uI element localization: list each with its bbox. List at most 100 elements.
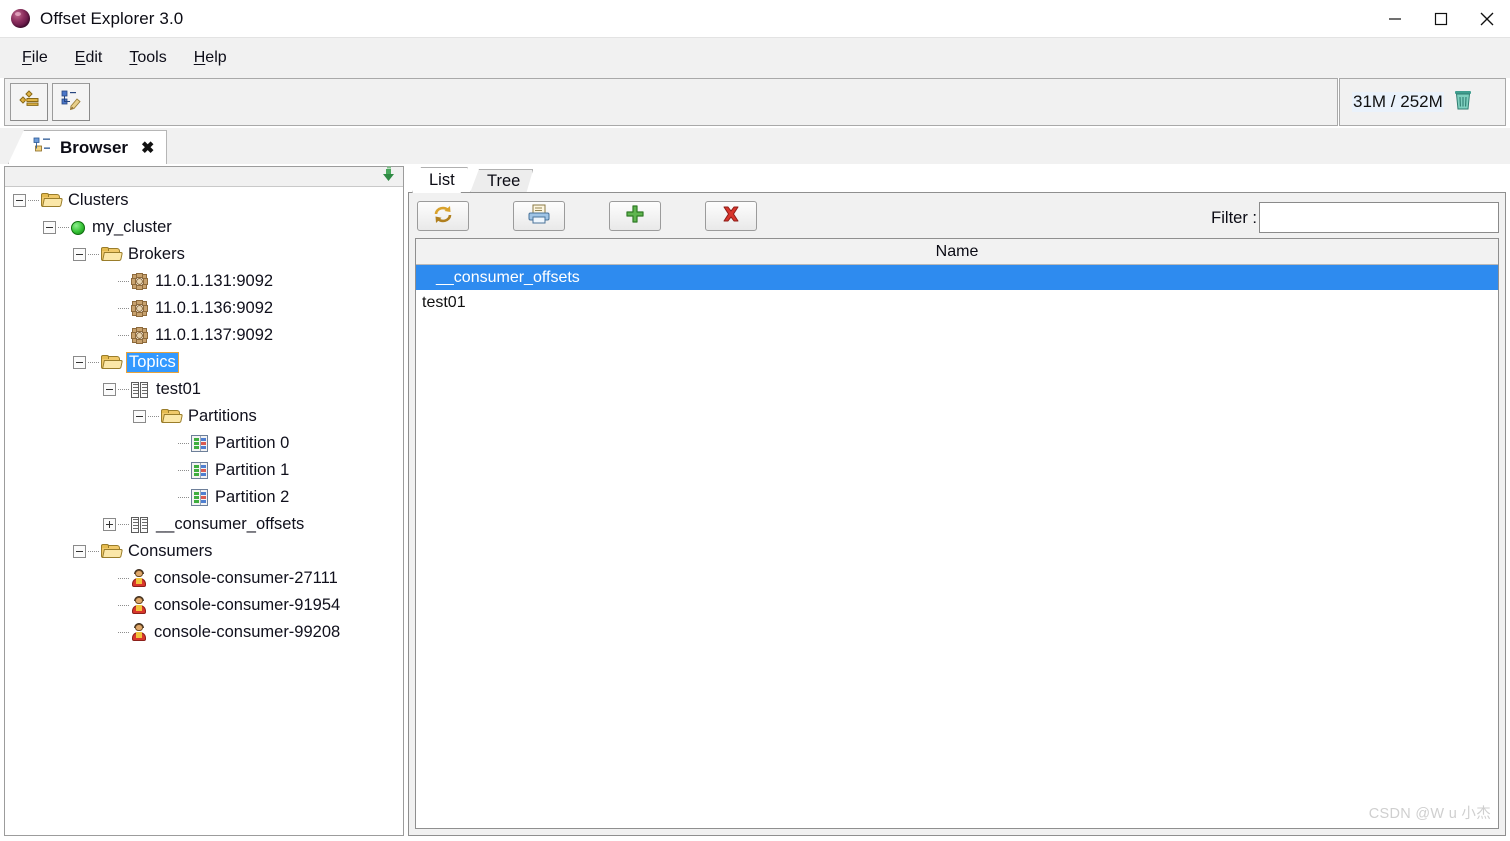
tree-node-my-cluster[interactable]: my_cluster bbox=[5, 214, 403, 241]
tree-expander-icon[interactable] bbox=[43, 221, 56, 234]
tree-node-label: console-consumer-27111 bbox=[154, 569, 338, 587]
tree-connector bbox=[118, 632, 129, 633]
tree-node-label: 11.0.1.136:9092 bbox=[155, 299, 274, 317]
tree-node-label: Partitions bbox=[188, 407, 257, 425]
tree-node-11-0-1-137-9092[interactable]: 11.0.1.137:9092 bbox=[5, 322, 403, 349]
main-toolbar bbox=[4, 78, 1338, 126]
column-header-name[interactable]: Name bbox=[416, 239, 1498, 265]
tree-node-test01[interactable]: test01 bbox=[5, 376, 403, 403]
cluster-tree[interactable]: Clusters my_cluster Brokers 11.0.1.131:9092… bbox=[5, 187, 403, 835]
tab-tree-label: Tree bbox=[487, 172, 521, 190]
tree-node-topics[interactable]: Topics bbox=[5, 349, 403, 376]
close-icon[interactable] bbox=[1464, 0, 1510, 37]
trash-icon[interactable] bbox=[1453, 89, 1473, 116]
plus-icon bbox=[625, 204, 645, 229]
consumer-icon bbox=[131, 596, 147, 614]
menu-item-edit[interactable]: Edit bbox=[66, 46, 112, 70]
editor-tab-strip: Browser ✖ bbox=[0, 128, 1510, 164]
tab-browser[interactable]: Browser ✖ bbox=[8, 130, 168, 164]
menu-rest-edit: dit bbox=[85, 49, 103, 66]
filter-label: Filter : bbox=[1211, 209, 1257, 227]
list-rows-container: __consumer_offsets test01 bbox=[416, 265, 1498, 315]
table-row[interactable]: __consumer_offsets bbox=[416, 265, 1498, 290]
tree-node-console-consumer-27111[interactable]: console-consumer-27111 bbox=[5, 565, 403, 592]
tree-expander-icon[interactable] bbox=[73, 248, 86, 261]
tree-node-console-consumer-99208[interactable]: console-consumer-99208 bbox=[5, 619, 403, 646]
tree-expander-icon[interactable] bbox=[103, 383, 116, 396]
tree-node-partition-2[interactable]: Partition 2 bbox=[5, 484, 403, 511]
menu-item-help[interactable]: Help bbox=[185, 46, 236, 70]
broker-icon bbox=[131, 300, 148, 317]
list-toolbar: Filter : bbox=[409, 193, 1505, 237]
tree-connector bbox=[88, 551, 99, 552]
tree-expander-icon[interactable] bbox=[103, 518, 116, 531]
tree-expander-icon[interactable] bbox=[13, 194, 26, 207]
folder-icon bbox=[101, 544, 123, 559]
tree-node-consumer-offsets[interactable]: __consumer_offsets bbox=[5, 511, 403, 538]
tree-node-partition-1[interactable]: Partition 1 bbox=[5, 457, 403, 484]
close-icon[interactable]: ✖ bbox=[141, 138, 154, 158]
tree-node-label: test01 bbox=[156, 380, 201, 398]
tree-node-label: Partition 1 bbox=[215, 461, 290, 479]
minimize-icon[interactable] bbox=[1372, 0, 1418, 37]
tree-node-label: __consumer_offsets bbox=[156, 515, 305, 533]
tree-connector bbox=[88, 254, 99, 255]
menu-item-file[interactable]: File bbox=[13, 46, 57, 70]
tree-connector bbox=[118, 389, 129, 390]
tree-connector bbox=[118, 578, 129, 579]
tree-connector bbox=[118, 524, 129, 525]
connector-icon bbox=[17, 88, 41, 117]
topics-list[interactable]: Name __consumer_offsets test01 bbox=[415, 238, 1499, 829]
tree-node-consumers[interactable]: Consumers bbox=[5, 538, 403, 565]
tree-node-brokers[interactable]: Brokers bbox=[5, 241, 403, 268]
content-panel: List Tree Filter: Name __consumer_offse… bbox=[408, 166, 1506, 836]
maximize-icon[interactable] bbox=[1418, 0, 1464, 37]
tree-connector bbox=[118, 605, 129, 606]
tree-connector bbox=[58, 227, 69, 228]
table-row[interactable]: test01 bbox=[416, 290, 1498, 315]
print-button[interactable] bbox=[513, 201, 565, 231]
tab-browser-label: Browser bbox=[60, 137, 129, 157]
topic-icon bbox=[131, 381, 149, 398]
menu-bar: File Edit Tools Help bbox=[0, 37, 1510, 78]
tree-node-partition-0[interactable]: Partition 0 bbox=[5, 430, 403, 457]
tab-tree[interactable]: Tree bbox=[470, 169, 533, 193]
add-button[interactable] bbox=[609, 201, 661, 231]
consumer-icon bbox=[131, 569, 147, 587]
tree-connector bbox=[88, 362, 99, 363]
refresh-button[interactable] bbox=[417, 201, 469, 231]
tree-connector bbox=[118, 281, 129, 282]
tree-connector bbox=[118, 335, 129, 336]
tab-list[interactable]: List bbox=[412, 167, 468, 193]
printer-icon bbox=[527, 204, 551, 229]
list-frame: Filter : Name __consumer_offsets test01 C… bbox=[408, 192, 1506, 836]
menu-item-tools[interactable]: Tools bbox=[120, 46, 175, 70]
menu-rest-file: ile bbox=[31, 49, 48, 66]
tree-connector bbox=[178, 470, 189, 471]
filter-input[interactable] bbox=[1259, 202, 1499, 233]
menu-rest-help: elp bbox=[205, 49, 227, 66]
tree-connector bbox=[28, 200, 39, 201]
tree-node-partitions[interactable]: Partitions bbox=[5, 403, 403, 430]
tree-node-label: Clusters bbox=[68, 191, 129, 209]
memory-text: 31M / 252M bbox=[1352, 92, 1444, 112]
tree-node-label: console-consumer-99208 bbox=[154, 623, 341, 641]
edit-cluster-button[interactable] bbox=[52, 83, 90, 121]
title-bar: Offset Explorer 3.0 bbox=[0, 0, 1510, 37]
memory-indicator[interactable]: 31M / 252M bbox=[1339, 78, 1506, 126]
tree-node-clusters[interactable]: Clusters bbox=[5, 187, 403, 214]
tree-node-label: Topics bbox=[126, 352, 179, 373]
add-cluster-button[interactable] bbox=[10, 83, 48, 121]
tree-expander-icon[interactable] bbox=[133, 410, 146, 423]
tree-node-label: Consumers bbox=[128, 542, 213, 560]
tree-expander-icon[interactable] bbox=[73, 545, 86, 558]
tree-node-label: 11.0.1.137:9092 bbox=[155, 326, 274, 344]
tree-node-11-0-1-136-9092[interactable]: 11.0.1.136:9092 bbox=[5, 295, 403, 322]
menu-mnemonic-edit: E bbox=[74, 49, 86, 66]
tree-node-console-consumer-91954[interactable]: console-consumer-91954 bbox=[5, 592, 403, 619]
tree-node-11-0-1-131-9092[interactable]: 11.0.1.131:9092 bbox=[5, 268, 403, 295]
delete-button[interactable] bbox=[705, 201, 757, 231]
collapse-all-icon[interactable] bbox=[380, 166, 397, 187]
sphere-icon bbox=[11, 9, 30, 28]
tree-expander-icon[interactable] bbox=[73, 356, 86, 369]
